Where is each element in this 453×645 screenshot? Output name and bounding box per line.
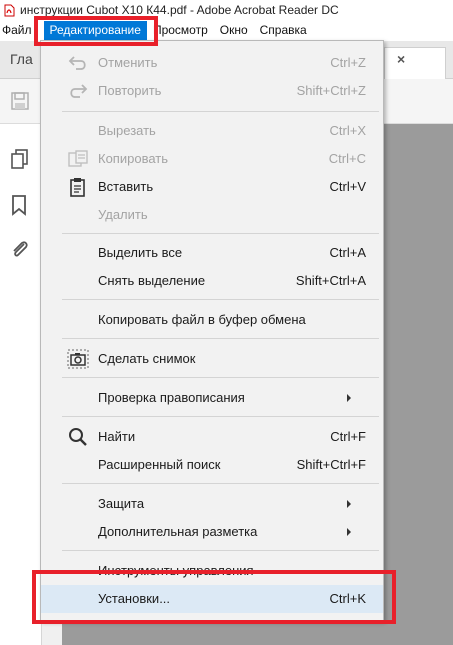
paste-shortcut: Ctrl+V	[329, 179, 366, 194]
menu-separator	[62, 111, 379, 112]
snapshot-label: Сделать снимок	[98, 351, 196, 366]
menu-item-cut[interactable]: Вырезать Ctrl+X	[41, 117, 383, 145]
menu-item-select-all[interactable]: Выделить все Ctrl+A	[41, 239, 383, 267]
select-all-shortcut: Ctrl+A	[329, 245, 366, 260]
bookmark-icon[interactable]	[10, 194, 28, 219]
clipboard-icon	[67, 177, 89, 197]
menu-item-spellcheck[interactable]: Проверка правописания	[41, 384, 383, 412]
submenu-arrow-icon	[347, 528, 351, 536]
menu-item-deselect[interactable]: Снять выделение Shift+Ctrl+A	[41, 267, 383, 295]
menu-help[interactable]: Справка	[254, 21, 313, 40]
spellcheck-label: Проверка правописания	[98, 390, 245, 405]
copy-file-label: Копировать файл в буфер обмена	[98, 312, 306, 327]
advanced-search-label: Расширенный поиск	[98, 457, 221, 472]
find-label: Найти	[98, 429, 136, 444]
menu-separator	[62, 338, 379, 339]
menu-item-paste[interactable]: Вставить Ctrl+V	[41, 173, 383, 201]
submenu-arrow-icon	[347, 500, 351, 508]
undo-label: Отменить	[98, 55, 158, 70]
left-rail	[0, 124, 42, 645]
redo-icon	[67, 81, 89, 101]
cut-label: Вырезать	[98, 123, 156, 138]
find-shortcut: Ctrl+F	[330, 429, 366, 444]
protection-label: Защита	[98, 496, 145, 511]
save-icon[interactable]	[10, 91, 30, 114]
attachment-icon[interactable]	[10, 238, 30, 263]
submenu-arrow-icon	[347, 394, 351, 402]
menu-separator	[62, 299, 379, 300]
edit-menu-dropdown: Отменить Ctrl+Z Повторить Shift+Ctrl+Z В…	[40, 40, 384, 621]
menu-separator	[62, 483, 379, 484]
menu-separator	[62, 377, 379, 378]
menu-window[interactable]: Окно	[214, 21, 254, 40]
tab-document[interactable]	[384, 47, 446, 79]
menu-item-snapshot[interactable]: Сделать снимок	[41, 345, 383, 373]
menu-item-redo[interactable]: Повторить Shift+Ctrl+Z	[41, 77, 383, 105]
highlight-preferences	[32, 570, 396, 624]
undo-icon	[67, 53, 89, 73]
menu-item-find[interactable]: Найти Ctrl+F	[41, 423, 383, 451]
redo-label: Повторить	[98, 83, 162, 98]
copy-icon	[67, 149, 89, 169]
close-tab-icon[interactable]: ×	[397, 51, 405, 67]
deselect-label: Снять выделение	[98, 273, 206, 288]
advanced-search-shortcut: Shift+Ctrl+F	[296, 457, 366, 472]
menu-item-copy[interactable]: Копировать Ctrl+C	[41, 145, 383, 173]
select-all-label: Выделить все	[98, 245, 183, 260]
pdf-file-icon	[3, 4, 15, 17]
undo-shortcut: Ctrl+Z	[330, 55, 366, 70]
menu-item-copy-file[interactable]: Копировать файл в буфер обмена	[41, 306, 383, 334]
menu-separator	[62, 416, 379, 417]
deselect-shortcut: Shift+Ctrl+A	[295, 273, 366, 288]
search-icon	[67, 427, 89, 447]
window-title: инструкции Cubot X10 К44.pdf - Adobe Acr…	[20, 3, 339, 17]
cut-shortcut: Ctrl+X	[329, 123, 366, 138]
delete-label: Удалить	[98, 207, 148, 222]
tab-home[interactable]: Гла	[10, 51, 33, 67]
menu-separator	[62, 550, 379, 551]
menu-separator	[62, 233, 379, 234]
redo-shortcut: Shift+Ctrl+Z	[296, 83, 366, 98]
pages-icon[interactable]	[10, 148, 30, 173]
menu-item-extra-markup[interactable]: Дополнительная разметка	[41, 518, 383, 546]
menu-item-protection[interactable]: Защита	[41, 490, 383, 518]
camera-icon	[67, 349, 89, 369]
copy-shortcut: Ctrl+C	[328, 151, 366, 166]
highlight-edit-menu	[34, 16, 158, 46]
extra-markup-label: Дополнительная разметка	[98, 524, 258, 539]
paste-label: Вставить	[98, 179, 154, 194]
menu-item-undo[interactable]: Отменить Ctrl+Z	[41, 49, 383, 77]
menu-item-advanced-search[interactable]: Расширенный поиск Shift+Ctrl+F	[41, 451, 383, 479]
menu-item-delete[interactable]: Удалить	[41, 201, 383, 229]
copy-label: Копировать	[98, 151, 168, 166]
